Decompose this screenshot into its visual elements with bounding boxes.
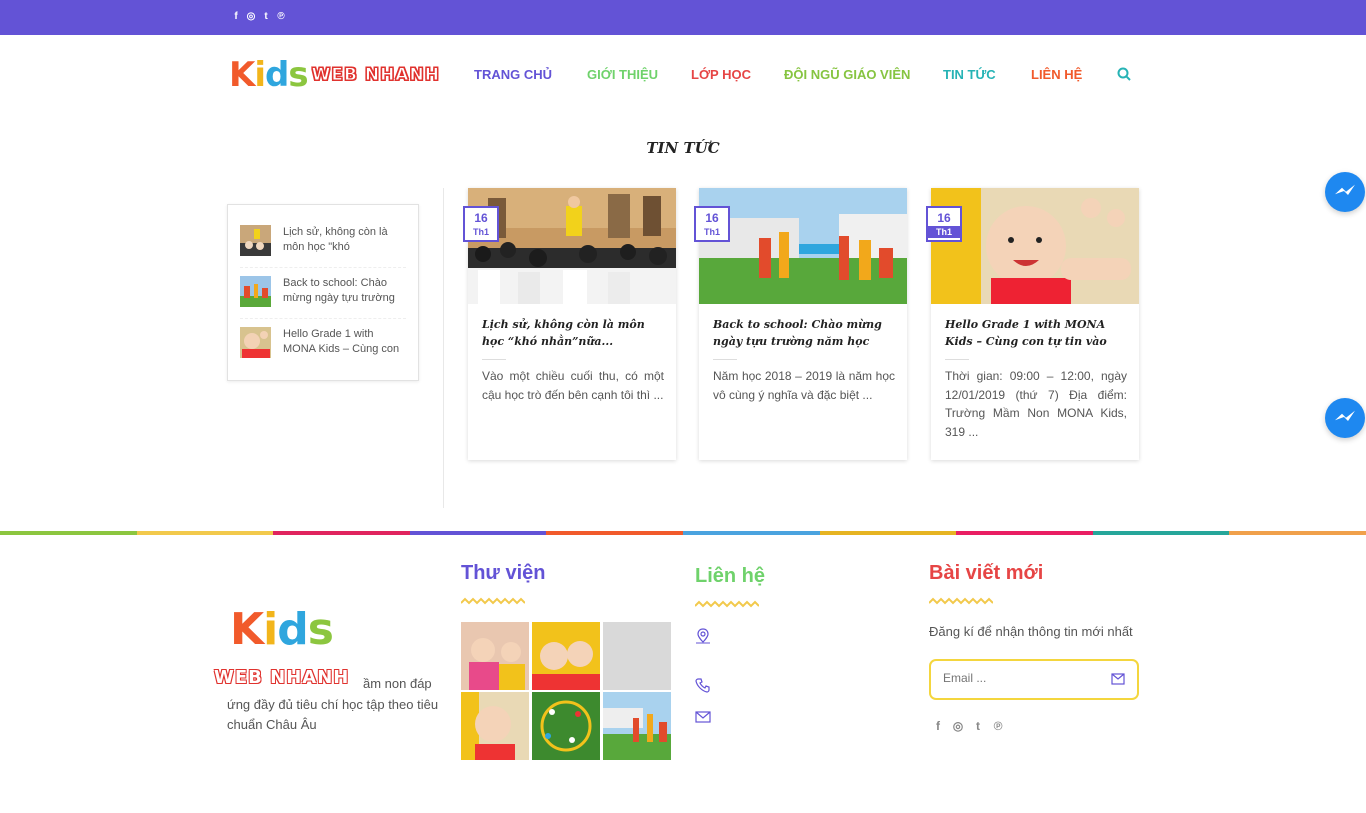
gallery-image[interactable] bbox=[461, 622, 529, 690]
sidebar-post-title: Hello Grade 1 with MONA Kids – Cùng con bbox=[283, 328, 400, 355]
logo-kids: Kids bbox=[229, 55, 309, 95]
sidebar-post-2[interactable]: Back to school: Chào mừng ngày tựu trườn… bbox=[240, 276, 403, 307]
gallery-image[interactable] bbox=[532, 622, 600, 690]
footer-news-title: Bài viết mới bbox=[929, 562, 1044, 584]
post-card-1[interactable]: 16 Th1 Lịch sử, không còn là môn học “khó… bbox=[463, 188, 676, 460]
pinterest-icon[interactable]: ℗ bbox=[992, 720, 1004, 732]
post-thumbnail bbox=[240, 225, 271, 256]
post-thumbnail bbox=[240, 327, 271, 358]
gallery-image[interactable] bbox=[603, 622, 671, 690]
pinterest-icon[interactable]: ℗ bbox=[276, 11, 286, 23]
recent-posts-sidebar: Lịch sử, không còn là môn học "khó Back … bbox=[227, 204, 419, 381]
location-icon bbox=[696, 628, 710, 644]
footer-logo[interactable]: Kids bbox=[230, 604, 334, 655]
instagram-icon[interactable]: ◎ bbox=[952, 720, 964, 732]
gallery-image[interactable] bbox=[603, 692, 671, 760]
twitter-icon[interactable]: t bbox=[972, 720, 984, 732]
messenger-chat-icon[interactable] bbox=[1325, 398, 1365, 438]
post-excerpt: Năm học 2018 – 2019 là năm học vô cùng ý… bbox=[713, 369, 895, 402]
footer-logo-web-nhanh: WEB NHANH bbox=[214, 667, 350, 688]
divider bbox=[482, 359, 506, 360]
post-date-badge: 16 Th1 bbox=[926, 206, 962, 242]
post-image bbox=[931, 188, 1139, 304]
nav-gioi-thieu[interactable]: GIỚI THIỆU bbox=[587, 67, 658, 82]
post-thumbnail bbox=[240, 276, 271, 307]
post-excerpt: Thời gian: 09:00 – 12:00, ngày 12/01/201… bbox=[945, 369, 1127, 439]
footer-contact-title: Liên hệ bbox=[695, 565, 766, 587]
post-title[interactable]: Back to school: Chào mừng ngày tựu trườn… bbox=[713, 316, 895, 350]
divider bbox=[240, 318, 406, 319]
section-title: TIN TỨC bbox=[646, 139, 720, 157]
twitter-icon[interactable]: t bbox=[261, 11, 271, 23]
site-logo[interactable]: Kids WEB NHANH bbox=[229, 55, 440, 95]
zigzag-decoration bbox=[929, 597, 993, 605]
sidebar-post-title: Lịch sử, không còn là môn học "khó bbox=[283, 226, 388, 253]
footer-social-links: f ◎ t ℗ bbox=[932, 720, 1004, 732]
zigzag-decoration bbox=[695, 600, 759, 608]
send-mail-icon[interactable] bbox=[1111, 673, 1125, 685]
post-image bbox=[699, 188, 907, 304]
zigzag-decoration bbox=[461, 597, 525, 605]
sidebar-post-3[interactable]: Hello Grade 1 with MONA Kids – Cùng con bbox=[240, 327, 403, 358]
sidebar-post-1[interactable]: Lịch sử, không còn là môn học "khó bbox=[240, 225, 403, 256]
phone-icon bbox=[695, 678, 710, 693]
post-card-3[interactable]: 16 Th1 Hello Grade 1 with MONA Kids – Cùn… bbox=[926, 188, 1139, 460]
content-divider bbox=[443, 188, 444, 508]
gallery-image[interactable] bbox=[461, 692, 529, 760]
rainbow-divider bbox=[0, 531, 1366, 535]
post-date-badge: 16 Th1 bbox=[463, 206, 499, 242]
messenger-chat-icon[interactable] bbox=[1325, 172, 1365, 212]
email-input[interactable] bbox=[943, 671, 1093, 685]
nav-trang-chu[interactable]: TRANG CHỦ bbox=[474, 67, 552, 82]
search-icon[interactable] bbox=[1117, 67, 1131, 81]
divider bbox=[945, 359, 969, 360]
nav-tin-tuc[interactable]: TIN TỨC bbox=[943, 67, 996, 82]
site-header: Kids WEB NHANH TRANG CHỦ GIỚI THIỆU LỚP … bbox=[0, 35, 1366, 115]
mail-icon bbox=[695, 711, 711, 723]
post-image bbox=[468, 188, 676, 304]
footer-gallery bbox=[461, 622, 671, 760]
nav-lop-hoc[interactable]: LỚP HỌC bbox=[691, 67, 751, 82]
top-bar: f ◎ t ℗ bbox=[0, 0, 1366, 35]
post-excerpt: Vào một chiều cuối thu, có một cậu học t… bbox=[482, 369, 664, 402]
sidebar-post-title: Back to school: Chào mừng ngày tựu trườn… bbox=[283, 277, 395, 304]
post-title[interactable]: Hello Grade 1 with MONA Kids – Cùng con … bbox=[945, 316, 1127, 350]
gallery-image[interactable] bbox=[532, 692, 600, 760]
divider bbox=[240, 267, 406, 268]
footer-library-title: Thư viện bbox=[461, 562, 546, 584]
subscribe-text: Đăng kí để nhận thông tin mới nhất bbox=[929, 624, 1133, 639]
newsletter-form bbox=[929, 659, 1139, 700]
post-title[interactable]: Lịch sử, không còn là môn học “khó nhằn”… bbox=[482, 316, 664, 350]
post-card-2[interactable]: 16 Th1 Back to school: Chào mừng ngày tựu… bbox=[694, 188, 907, 460]
instagram-icon[interactable]: ◎ bbox=[246, 11, 256, 23]
post-date-badge: 16 Th1 bbox=[694, 206, 730, 242]
logo-web-nhanh: WEB NHANH bbox=[311, 65, 440, 86]
nav-lien-he[interactable]: LIÊN HỆ bbox=[1031, 67, 1082, 82]
top-social-links: f ◎ t ℗ bbox=[231, 11, 286, 23]
nav-doi-ngu-giao-vien[interactable]: ĐỘI NGŨ GIÁO VIÊN bbox=[784, 67, 910, 82]
facebook-icon[interactable]: f bbox=[231, 11, 241, 23]
facebook-icon[interactable]: f bbox=[932, 720, 944, 732]
divider bbox=[713, 359, 737, 360]
